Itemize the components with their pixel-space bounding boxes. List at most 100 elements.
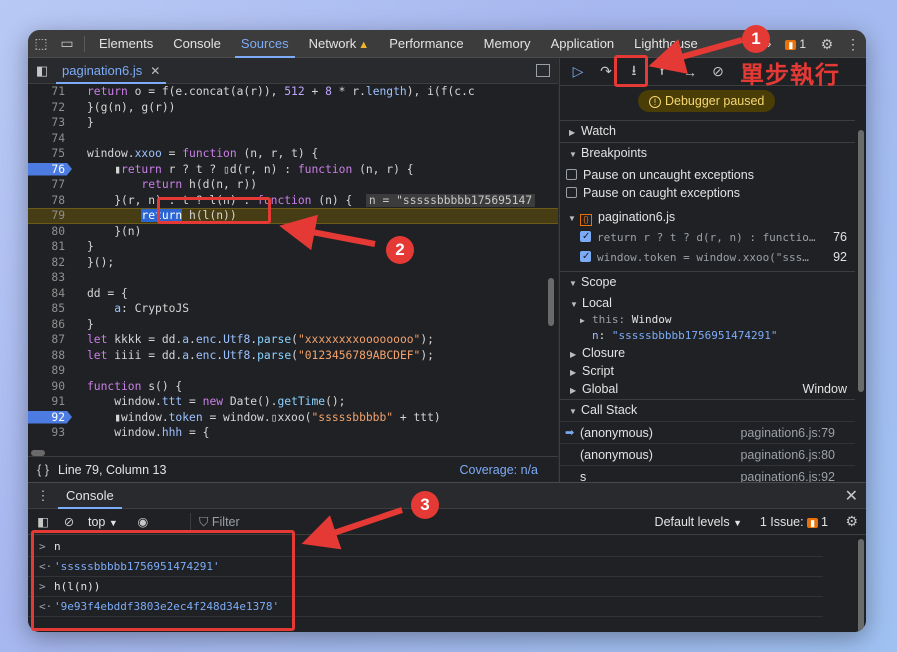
code-line[interactable]: 77 return h(d(n, r)): [28, 177, 558, 193]
pause-uncaught-checkbox[interactable]: [566, 169, 577, 180]
context-selector[interactable]: top ▼: [88, 515, 118, 529]
tab-memory[interactable]: Memory: [474, 30, 541, 58]
code-line[interactable]: 92 ▮window.token = window.▯xxoo("sssssbb…: [28, 410, 558, 426]
code-line[interactable]: 76 ▮return r ? t ? ▯d(r, n) : function (…: [28, 162, 558, 178]
drawer-tab-console[interactable]: Console: [58, 483, 122, 509]
call-stack-frame[interactable]: ➡ (anonymous) pagination6.js:79: [560, 421, 855, 443]
breakpoint-line-number[interactable]: 76: [28, 162, 65, 178]
scope-global[interactable]: ▶ Global Window: [560, 380, 855, 398]
scope-closure[interactable]: ▶ Closure: [560, 344, 855, 362]
breakpoints-section-header[interactable]: ▼ Breakpoints: [560, 142, 855, 163]
breakpoint-file-group[interactable]: ▼ {} pagination6.js: [560, 208, 855, 226]
step-out-icon[interactable]: ⭱: [648, 60, 676, 84]
code-line[interactable]: 90 function s() {: [28, 379, 558, 395]
line-number[interactable]: 74: [28, 131, 65, 147]
settings-gear-icon[interactable]: ⚙: [814, 30, 840, 58]
code-line[interactable]: 72}(g(n), g(r)): [28, 100, 558, 116]
scope-n-entry[interactable]: n: "sssssbbbbb1756951474291": [560, 327, 855, 345]
code-line[interactable]: 88 let iiii = dd.a.enc.Utf8.parse("012345…: [28, 348, 558, 364]
line-number[interactable]: 82: [28, 255, 65, 271]
code-line[interactable]: 83: [28, 270, 558, 286]
kebab-menu-icon[interactable]: ⋮: [840, 30, 866, 58]
code-line-current[interactable]: 79 return h(l(n)): [28, 208, 558, 224]
breakpoint-item[interactable]: window.token = window.xxoo("sss… 92: [560, 248, 855, 266]
issues-counter[interactable]: ▮ 1: [777, 37, 814, 51]
line-number[interactable]: 81: [28, 239, 65, 255]
close-file-icon[interactable]: ✕: [150, 64, 160, 78]
coverage-status[interactable]: Coverage: n/a: [459, 463, 538, 477]
editor-vertical-scrollbar[interactable]: [548, 278, 554, 326]
call-stack-frame[interactable]: s pagination6.js:92: [560, 465, 855, 482]
call-stack-frame[interactable]: (anonymous) pagination6.js:80: [560, 443, 855, 465]
code-line[interactable]: 87 let kkkk = dd.a.enc.Utf8.parse("xxxxxx…: [28, 332, 558, 348]
close-drawer-icon[interactable]: ✕: [845, 486, 858, 506]
pretty-print-icon[interactable]: { }: [28, 463, 58, 477]
breakpoint-checkbox[interactable]: [580, 228, 591, 246]
toggle-navigator-icon[interactable]: ◧: [28, 63, 56, 79]
breakpoint-checkbox[interactable]: [580, 248, 591, 266]
breakpoint-line-number[interactable]: 92: [28, 410, 65, 426]
log-levels-dropdown[interactable]: Default levels ▼: [655, 515, 742, 529]
tab-performance[interactable]: Performance: [379, 30, 473, 58]
resume-icon[interactable]: ▷: [564, 63, 592, 80]
pause-uncaught-option[interactable]: Pause on uncaught exceptions: [560, 166, 855, 184]
code-view[interactable]: 71 return o = f(e.concat(a(r)), 512 + 8 *…: [28, 84, 558, 448]
toggle-debugger-sidebar-icon[interactable]: [536, 64, 550, 77]
tab-elements[interactable]: Elements: [89, 30, 163, 58]
code-line[interactable]: 73}: [28, 115, 558, 131]
line-number[interactable]: 89: [28, 363, 65, 379]
live-expression-eye-icon[interactable]: ◉: [132, 514, 154, 529]
clear-console-icon[interactable]: ⊘: [58, 514, 80, 529]
code-line[interactable]: 93 window.hhh = {: [28, 425, 558, 441]
line-number[interactable]: 71: [28, 84, 65, 100]
code-line[interactable]: 75 window.xxoo = function (n, r, t) {: [28, 146, 558, 162]
code-line[interactable]: 82}();: [28, 255, 558, 271]
debugger-scrollbar[interactable]: [858, 130, 864, 392]
code-line[interactable]: 85 a: CryptoJS: [28, 301, 558, 317]
line-number[interactable]: 78: [28, 193, 65, 209]
console-issues-button[interactable]: 1 Issue: ▮ 1: [760, 515, 828, 529]
scope-script[interactable]: ▶ Script: [560, 362, 855, 380]
code-line[interactable]: 91 window.ttt = new Date().getTime();: [28, 394, 558, 410]
code-line[interactable]: 86}: [28, 317, 558, 333]
tab-sources[interactable]: Sources: [231, 30, 299, 58]
line-number[interactable]: 86: [28, 317, 65, 333]
pause-caught-checkbox[interactable]: [566, 187, 577, 198]
code-line[interactable]: 81}: [28, 239, 558, 255]
line-number[interactable]: 85: [28, 301, 65, 317]
scope-section-header[interactable]: ▼ Scope: [560, 271, 855, 292]
line-number[interactable]: 80: [28, 224, 65, 240]
code-line[interactable]: 71 return o = f(e.concat(a(r)), 512 + 8 *…: [28, 84, 558, 100]
tab-application[interactable]: Application: [541, 30, 625, 58]
console-scrollbar[interactable]: [858, 539, 864, 632]
line-number[interactable]: 88: [28, 348, 65, 364]
line-number[interactable]: 91: [28, 394, 65, 410]
line-number[interactable]: 79: [28, 208, 65, 224]
line-number[interactable]: 77: [28, 177, 65, 193]
device-toolbar-icon[interactable]: ▭: [54, 30, 80, 58]
pause-caught-option[interactable]: Pause on caught exceptions: [560, 184, 855, 202]
line-number[interactable]: 90: [28, 379, 65, 395]
step-icon[interactable]: →: [676, 64, 704, 80]
console-settings-gear-icon[interactable]: ⚙: [845, 513, 858, 530]
file-tab-pagination6[interactable]: pagination6.js ✕: [56, 58, 167, 84]
tab-lighthouse[interactable]: Lighthouse: [624, 30, 708, 58]
code-line[interactable]: 84 dd = {: [28, 286, 558, 302]
line-number[interactable]: 72: [28, 100, 65, 116]
line-number[interactable]: 73: [28, 115, 65, 131]
drawer-menu-icon[interactable]: ⋮: [28, 488, 58, 504]
call-stack-section-header[interactable]: ▼ Call Stack: [560, 399, 855, 420]
deactivate-breakpoints-icon[interactable]: ⊘: [704, 63, 732, 80]
inspect-element-icon[interactable]: ⬚: [28, 30, 54, 58]
line-number[interactable]: 87: [28, 332, 65, 348]
line-number[interactable]: 93: [28, 425, 65, 441]
code-line[interactable]: 89: [28, 363, 558, 379]
tab-console[interactable]: Console: [163, 30, 231, 58]
line-number[interactable]: 83: [28, 270, 65, 286]
breakpoint-item[interactable]: return r ? t ? d(r, n) : functio… 76: [560, 228, 855, 246]
tab-network[interactable]: Network ▲: [299, 30, 380, 58]
code-line[interactable]: 78 }(r, n) : t ? l(n) : function (n) { n…: [28, 193, 558, 209]
scope-local[interactable]: ▼ Local: [560, 294, 855, 312]
code-line[interactable]: 80 }(n): [28, 224, 558, 240]
console-sidebar-icon[interactable]: ◧: [32, 514, 54, 529]
